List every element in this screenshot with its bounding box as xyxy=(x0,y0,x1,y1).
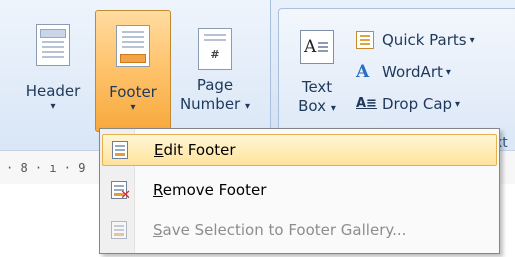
quick-parts-label: Quick Parts xyxy=(382,31,467,49)
footer-button[interactable]: Footer ▾ xyxy=(95,10,171,132)
header-label: Header xyxy=(25,82,81,100)
wordart-label: WordArt xyxy=(382,63,443,81)
menu-item-remove-footer[interactable]: ✕ Remove Footer xyxy=(102,174,497,206)
text-box-button[interactable]: A Text Box ▾ xyxy=(288,14,346,118)
chevron-down-icon: ▾ xyxy=(469,34,475,46)
chevron-down-icon: ▾ xyxy=(245,101,251,112)
edit-footer-icon xyxy=(103,141,137,159)
chevron-down-icon: ▾ xyxy=(330,103,336,114)
label-text: dit Footer xyxy=(163,141,236,159)
accelerator-key: S xyxy=(153,221,163,239)
remove-footer-icon: ✕ xyxy=(102,181,136,202)
page-number-icon: # xyxy=(198,28,232,70)
chevron-down-icon: ▾ xyxy=(50,101,56,112)
save-selection-icon xyxy=(102,221,136,239)
text-box-icon: A xyxy=(300,30,334,64)
menu-item-save-selection[interactable]: Save Selection to Footer Gallery... xyxy=(102,214,497,246)
text-box-label-line1: Text xyxy=(301,78,333,96)
text-box-label-line2: Box xyxy=(298,97,327,115)
label-text: ave Selection to Footer Gallery... xyxy=(162,221,407,239)
footer-icon xyxy=(116,25,150,67)
chevron-down-icon: ▾ xyxy=(130,102,136,113)
page-number-label-line1: Page xyxy=(196,76,234,94)
chevron-down-icon: ▾ xyxy=(455,98,461,110)
quick-parts-button[interactable]: Quick Parts ▾ xyxy=(356,28,475,52)
wordart-button[interactable]: A WordArt ▾ xyxy=(356,60,451,84)
header-button[interactable]: Header ▾ xyxy=(20,14,86,113)
menu-item-label: Save Selection to Footer Gallery... xyxy=(136,221,406,239)
footer-label: Footer xyxy=(109,83,157,101)
page-number-button[interactable]: # Page Number ▾ xyxy=(176,14,254,116)
drop-cap-button[interactable]: A≡ Drop Cap ▾ xyxy=(356,92,460,116)
page-number-label-line2-row: Number ▾ xyxy=(180,95,250,116)
text-box-label-line2-row: Box ▾ xyxy=(298,97,336,118)
drop-cap-label: Drop Cap xyxy=(382,95,453,113)
drop-cap-icon: A≡ xyxy=(356,96,377,111)
chevron-down-icon: ▾ xyxy=(445,66,451,78)
footer-dropdown-menu: Edit Footer ✕ Remove Footer Save Selecti… xyxy=(99,128,500,254)
menu-item-label: Edit Footer xyxy=(137,141,236,159)
quick-parts-icon xyxy=(356,31,374,49)
menu-item-label: Remove Footer xyxy=(136,181,266,199)
label-text: emove Footer xyxy=(162,181,267,199)
page-number-label-line2: Number xyxy=(179,95,241,113)
wordart-icon: A xyxy=(356,62,370,82)
header-icon xyxy=(36,24,70,66)
menu-item-edit-footer[interactable]: Edit Footer xyxy=(102,134,497,166)
accelerator-key: R xyxy=(153,181,163,199)
